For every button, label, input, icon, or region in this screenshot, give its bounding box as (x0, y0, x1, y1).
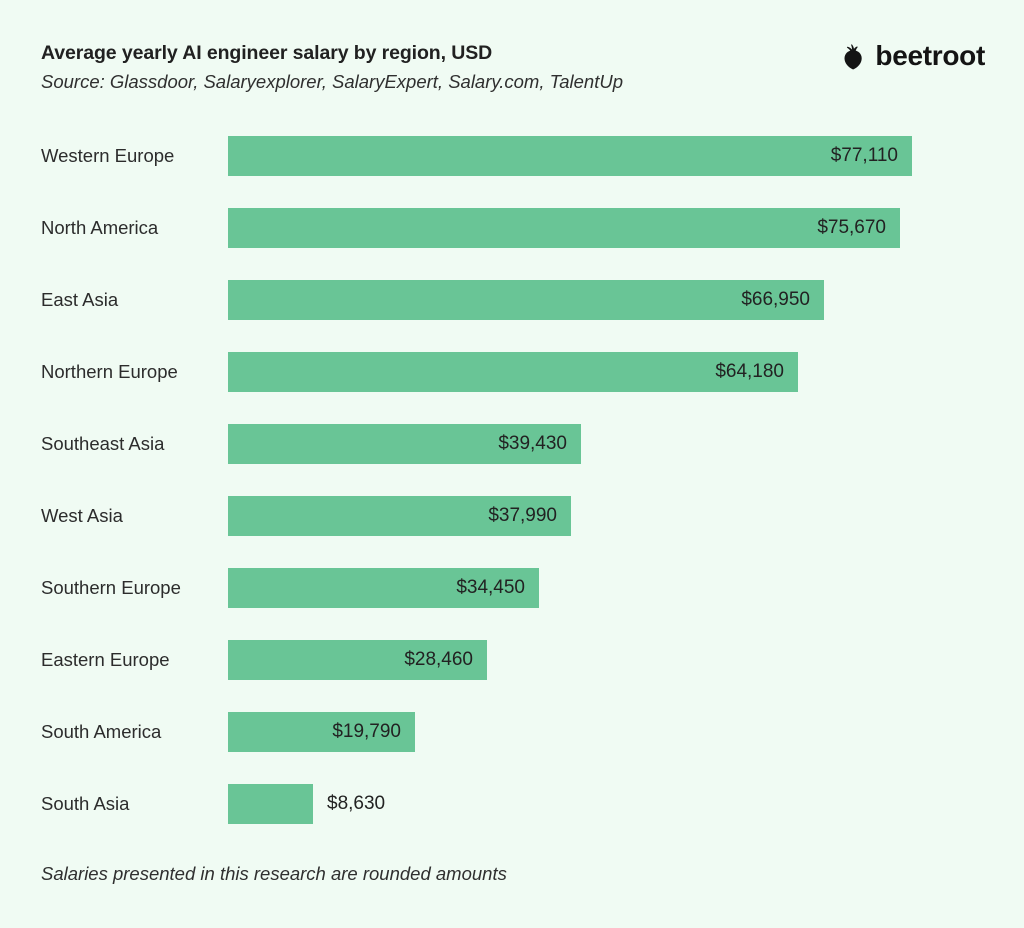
category-label: Western Europe (41, 145, 175, 166)
bar-track: $34,450 (228, 568, 1024, 608)
chart-row: Western Europe $77,110 (0, 136, 1024, 176)
chart-row: Eastern Europe $28,460 (0, 640, 1024, 680)
bar-value-label: $8,630 (327, 793, 386, 814)
bar-chart: Western Europe $77,110 North America $75,67… (0, 136, 1024, 856)
source-line: Source: Glassdoor, Salaryexplorer, Salar… (41, 71, 623, 92)
chart-row: Northern Europe $64,180 (0, 352, 1024, 392)
bar: $75,670 (228, 208, 900, 248)
bar-value-label: $37,990 (488, 505, 557, 526)
category-label: East Asia (41, 289, 119, 310)
bar: $64,180 (228, 352, 798, 392)
chart-footnote: Salaries presented in this research are … (41, 863, 507, 884)
category-label: North America (41, 217, 159, 238)
bar-value-label: $34,450 (456, 577, 525, 598)
chart-row: North America $75,670 (0, 208, 1024, 248)
chart-row: Southern Europe $34,450 (0, 568, 1024, 608)
bar: $34,450 (228, 568, 539, 608)
category-label: West Asia (41, 505, 123, 526)
logo-text: beetroot (875, 40, 985, 71)
bar-track: $77,110 (228, 136, 1024, 176)
chart-row: Southeast Asia $39,430 (0, 424, 1024, 464)
bar-value-label: $39,430 (498, 433, 567, 454)
category-label: Southern Europe (41, 577, 181, 598)
bar-value-label: $66,950 (741, 289, 810, 310)
chart-row: South America $19,790 (0, 712, 1024, 752)
bar: $66,950 (228, 280, 824, 320)
category-label: Eastern Europe (41, 649, 170, 670)
bar-value-label: $64,180 (715, 361, 784, 382)
beetroot-icon (840, 43, 866, 70)
category-label: South America (41, 721, 162, 742)
bar: $19,790 (228, 712, 415, 752)
bar: $37,990 (228, 496, 571, 536)
bar-track: $64,180 (228, 352, 1024, 392)
bar-track: $28,460 (228, 640, 1024, 680)
bar: $77,110 (228, 136, 912, 176)
bar-track: $37,990 (228, 496, 1024, 536)
bar-track: $19,790 (228, 712, 1024, 752)
bar-value-label: $28,460 (404, 649, 473, 670)
bar-track: $75,670 (228, 208, 1024, 248)
bar-value-label: $75,670 (817, 217, 886, 238)
chart-row: South Asia $8,630 (0, 784, 1024, 824)
bar: $39,430 (228, 424, 581, 464)
brand-logo: beetroot (840, 42, 985, 70)
category-label: Southeast Asia (41, 433, 165, 454)
bar: $8,630 (228, 784, 385, 824)
bar: $28,460 (228, 640, 487, 680)
bar-value-label: $77,110 (830, 145, 898, 166)
bar-track: $39,430 (228, 424, 1024, 464)
chart-page: Average yearly AI engineer salary by reg… (0, 0, 1024, 928)
bar-track: $8,630 (228, 784, 1024, 824)
chart-row: East Asia $66,950 (0, 280, 1024, 320)
bar-value-label: $19,790 (332, 721, 401, 742)
bar-track: $66,950 (228, 280, 1024, 320)
category-label: Northern Europe (41, 361, 178, 382)
category-label: South Asia (41, 793, 130, 814)
chart-row: West Asia $37,990 (0, 496, 1024, 536)
